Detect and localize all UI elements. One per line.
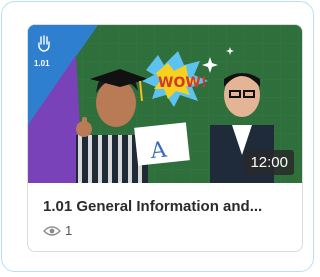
lesson-badge: 1.01 bbox=[28, 25, 88, 85]
view-count-value: 1 bbox=[65, 223, 73, 238]
lesson-code: 1.01 bbox=[34, 59, 50, 68]
svg-text:WOW!: WOW! bbox=[158, 75, 207, 91]
video-duration: 12:00 bbox=[244, 150, 294, 175]
view-count: 1 bbox=[43, 223, 72, 238]
lesson-title[interactable]: 1.01 General Information and... bbox=[43, 198, 293, 215]
held-paper: A bbox=[134, 122, 190, 166]
hand-pointer-icon bbox=[38, 35, 50, 52]
video-thumbnail[interactable]: A WOW! 1.01 12:00 bbox=[28, 25, 302, 183]
lesson-card[interactable]: A WOW! 1.01 12:00 1.01 General Informati… bbox=[27, 24, 303, 252]
eye-icon bbox=[43, 225, 61, 236]
